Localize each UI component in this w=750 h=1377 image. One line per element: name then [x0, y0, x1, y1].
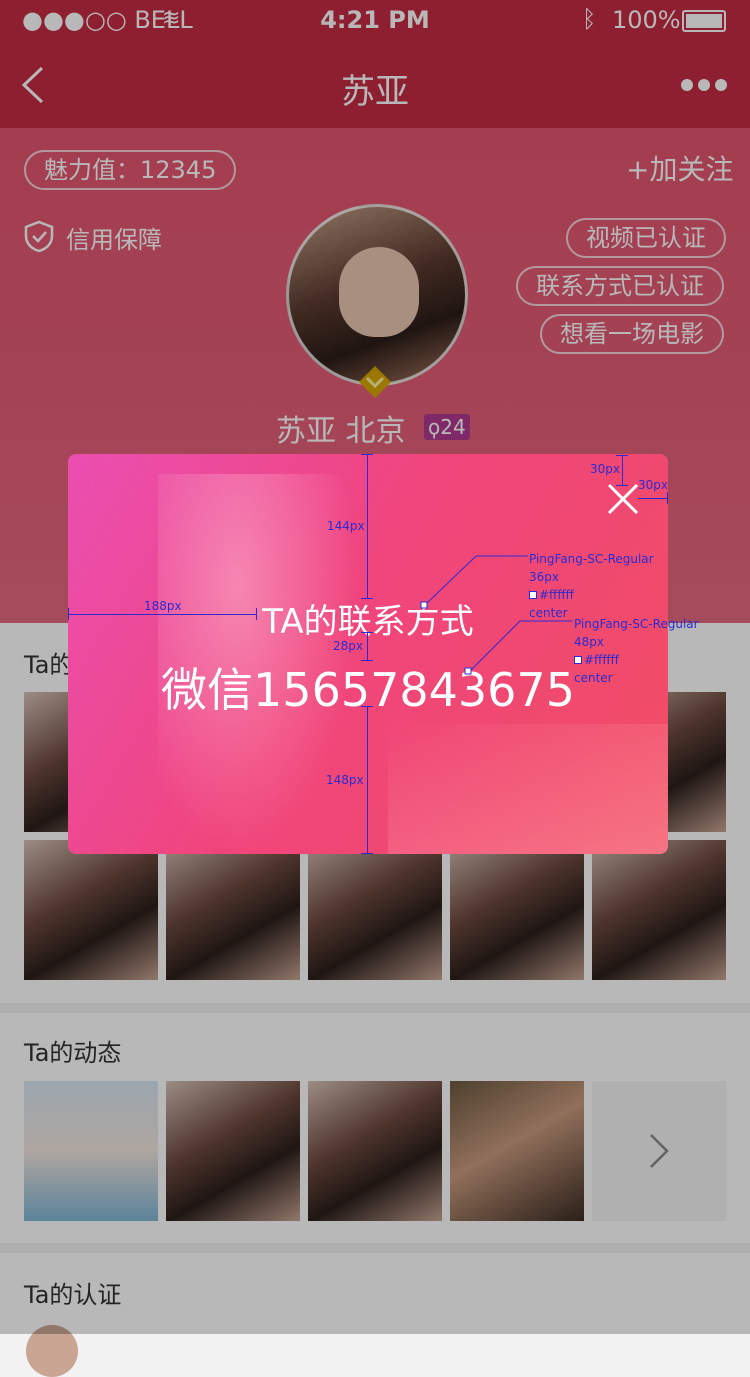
- close-icon[interactable]: [606, 482, 640, 516]
- modal-heading: TA的联系方式: [262, 602, 474, 642]
- modal-illustration-bed: [388, 724, 668, 854]
- contact-modal: TA的联系方式 微信15657843675: [68, 454, 668, 854]
- contact-value: 微信15657843675: [161, 663, 575, 717]
